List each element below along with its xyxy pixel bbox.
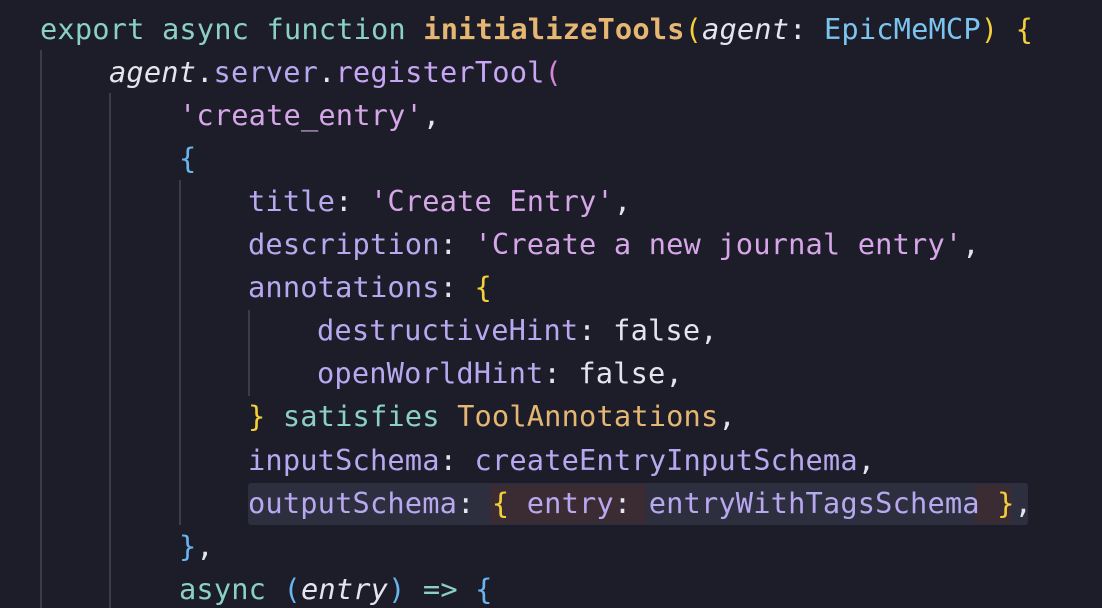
- code-line-10[interactable]: } satisfies ToolAnnotations,: [248, 395, 736, 437]
- punctuation: :: [335, 184, 353, 218]
- indent-guide: [248, 310, 250, 396]
- bracket: ): [388, 572, 406, 606]
- boolean-literal: false: [578, 356, 666, 390]
- function-name: initializeTools: [423, 12, 685, 46]
- punctuation: :: [543, 356, 561, 390]
- property: server: [213, 55, 319, 89]
- punctuation: :: [439, 270, 458, 304]
- string-literal: 'Create Entry': [369, 184, 614, 218]
- code-line-9[interactable]: openWorldHint: false,: [317, 352, 683, 394]
- arrow-operator: =>: [422, 572, 458, 606]
- property-key: inputSchema: [248, 443, 440, 477]
- parameter: agent: [702, 12, 790, 46]
- bracket: (: [684, 12, 703, 46]
- punctuation: ,: [613, 184, 632, 218]
- property-key: openWorldHint: [317, 356, 544, 390]
- bracket: {: [179, 141, 197, 175]
- bracket: }: [248, 399, 266, 433]
- bracket: (: [544, 55, 562, 89]
- punctuation: :: [578, 313, 596, 347]
- code-line-13[interactable]: },: [179, 525, 214, 567]
- keyword: function: [266, 12, 406, 46]
- property-key: entry: [526, 486, 614, 520]
- parameter: entry: [300, 572, 389, 606]
- code-line-8[interactable]: destructiveHint: false,: [317, 309, 718, 351]
- property-key: destructiveHint: [317, 313, 579, 347]
- property-key: annotations: [248, 270, 440, 304]
- keyword: export: [40, 12, 145, 46]
- bracket: }: [997, 486, 1015, 520]
- property-key: description: [248, 227, 440, 261]
- punctuation: :: [457, 486, 475, 520]
- string-literal: 'Create a new journal entry': [474, 227, 963, 261]
- code-line-5[interactable]: title: 'Create Entry',: [248, 180, 631, 222]
- boolean-literal: false: [613, 313, 701, 347]
- punctuation: ,: [422, 98, 441, 132]
- type-name: ToolAnnotations: [457, 399, 719, 433]
- string-literal: 'create_entry': [179, 98, 423, 132]
- punctuation: ,: [665, 356, 683, 390]
- indent-guide: [179, 180, 181, 525]
- punctuation: :: [439, 227, 458, 261]
- punctuation: ,: [1014, 486, 1032, 520]
- punctuation: :: [789, 12, 807, 46]
- property-key: title: [248, 184, 336, 218]
- code-line-6[interactable]: description: 'Create a new journal entry…: [248, 223, 980, 265]
- code-line-4[interactable]: {: [179, 137, 196, 179]
- bracket: {: [491, 486, 510, 520]
- bracket: {: [474, 270, 492, 304]
- code-line-3[interactable]: 'create_entry',: [179, 94, 440, 136]
- bracket: ): [980, 12, 999, 46]
- punctuation: :: [613, 486, 632, 520]
- code-line-14[interactable]: async (entry) => {: [179, 568, 493, 608]
- indent-guide: [109, 93, 111, 608]
- type-name: EpicMeMCP: [823, 12, 981, 46]
- punctuation: ,: [962, 227, 980, 261]
- punctuation: :: [439, 443, 458, 477]
- bracket: }: [179, 529, 197, 563]
- bracket: (: [283, 572, 301, 606]
- code-line-2[interactable]: agent.server.registerTool(: [109, 51, 562, 93]
- identifier: createEntryInputSchema: [474, 443, 858, 477]
- code-editor[interactable]: export async function initializeTools(ag…: [0, 0, 1102, 608]
- bracket: {: [475, 572, 493, 606]
- indent-guide: [40, 50, 42, 608]
- punctuation: ,: [700, 313, 718, 347]
- keyword: async: [179, 572, 267, 606]
- code-line-7[interactable]: annotations: {: [248, 266, 492, 308]
- code-line-12[interactable]: outputSchema: { entry: entryWithTagsSche…: [248, 482, 1032, 524]
- object-name: agent: [109, 55, 197, 89]
- punctuation: ,: [857, 443, 876, 477]
- punctuation: ,: [196, 529, 214, 563]
- punctuation: ,: [718, 399, 736, 433]
- keyword: async: [161, 12, 250, 46]
- code-line-1[interactable]: export async function initializeTools(ag…: [40, 8, 1033, 50]
- identifier: entryWithTagsSchema: [648, 486, 980, 520]
- code-line-11[interactable]: inputSchema: createEntryInputSchema,: [248, 439, 875, 481]
- punctuation: .: [196, 55, 214, 89]
- punctuation: .: [318, 55, 336, 89]
- property-key: outputSchema: [248, 486, 458, 520]
- keyword: satisfies: [282, 399, 440, 433]
- bracket: {: [1015, 12, 1034, 46]
- method-name: registerTool: [335, 55, 545, 89]
